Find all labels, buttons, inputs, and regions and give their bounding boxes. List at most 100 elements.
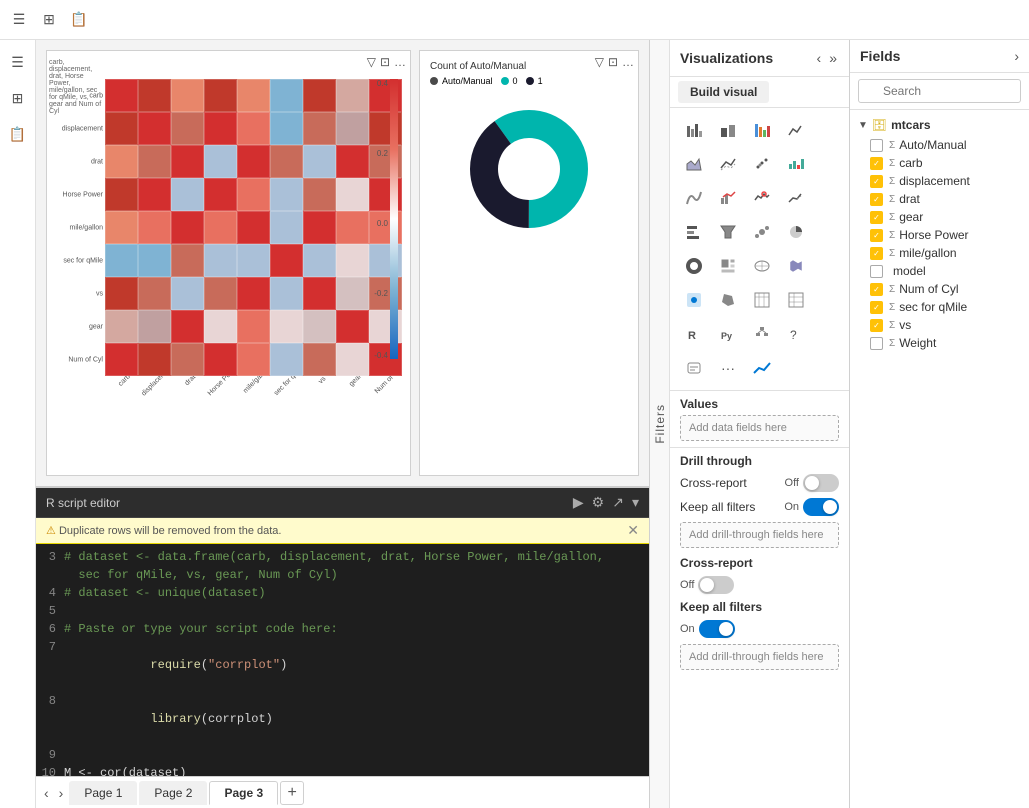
field-item-9[interactable]: Σsec for qMile xyxy=(850,298,1029,316)
field-checkbox-11[interactable] xyxy=(870,337,883,350)
field-item-5[interactable]: ΣHorse Power xyxy=(850,226,1029,244)
cross-report-toggle-2[interactable]: Off xyxy=(680,576,734,594)
viz-icon-bar-horiz[interactable] xyxy=(678,216,710,248)
viz-icon-treemap[interactable] xyxy=(712,250,744,282)
left-icon-2[interactable]: ⊞ xyxy=(4,84,32,112)
r-settings-icon[interactable]: ⚙ xyxy=(592,494,605,511)
viz-icon-py-visual[interactable]: Py xyxy=(712,318,744,350)
viz-icon-shape-map[interactable] xyxy=(712,284,744,316)
viz-icon-narrative[interactable] xyxy=(678,352,710,384)
field-item-4[interactable]: Σgear xyxy=(850,208,1029,226)
viz-icon-funnel[interactable] xyxy=(712,216,744,248)
viz-icon-more[interactable]: ··· xyxy=(712,352,744,384)
keep-filters-track[interactable] xyxy=(803,498,839,516)
viz-icon-pie[interactable] xyxy=(780,216,812,248)
field-checkbox-3[interactable] xyxy=(870,193,883,206)
viz-icon-area[interactable] xyxy=(678,148,710,180)
viz-icon-trend[interactable] xyxy=(746,352,778,384)
expand-icon[interactable]: ⊡ xyxy=(380,55,390,69)
left-icon-3[interactable]: 📋 xyxy=(4,120,32,148)
viz-icon-line-cluster[interactable] xyxy=(712,148,744,180)
keep-filters-on-label: On xyxy=(784,501,799,513)
filter-icon[interactable]: ▽ xyxy=(367,55,376,69)
field-checkbox-8[interactable] xyxy=(870,283,883,296)
field-item-10[interactable]: Σvs xyxy=(850,316,1029,334)
fields-expand-icon[interactable]: › xyxy=(1014,48,1019,64)
field-item-2[interactable]: Σdisplacement xyxy=(850,172,1029,190)
field-item-8[interactable]: ΣNum of Cyl xyxy=(850,280,1029,298)
drill-fields-drop-2[interactable]: Add drill-through fields here xyxy=(680,644,839,670)
drill-fields-drop[interactable]: Add drill-through fields here xyxy=(680,522,839,548)
filters-sidebar[interactable]: Filters xyxy=(650,40,670,808)
tab-build-visual[interactable]: Build visual xyxy=(678,81,769,103)
viz-icon-100-stacked[interactable] xyxy=(746,114,778,146)
donut-more-icon[interactable]: … xyxy=(622,55,634,69)
viz-icon-matrix[interactable] xyxy=(780,284,812,316)
page-nav-next[interactable]: › xyxy=(55,785,68,801)
keep-filters-thumb xyxy=(823,500,837,514)
tab-page-2[interactable]: Page 2 xyxy=(139,781,207,805)
keep-filters-toggle-2[interactable]: On xyxy=(680,620,735,638)
viz-icon-r-visual[interactable]: R xyxy=(678,318,710,350)
keep-filters-toggle[interactable]: On xyxy=(784,498,839,516)
field-item-11[interactable]: ΣWeight xyxy=(850,334,1029,352)
tab-page-3[interactable]: Page 3 xyxy=(209,781,278,805)
field-checkbox-5[interactable] xyxy=(870,229,883,242)
viz-icon-filled-map[interactable] xyxy=(780,250,812,282)
field-checkbox-2[interactable] xyxy=(870,175,883,188)
field-checkbox-9[interactable] xyxy=(870,301,883,314)
viz-icon-qanda[interactable]: ? xyxy=(780,318,812,350)
keep-filters-track-2[interactable] xyxy=(699,620,735,638)
viz-icon-donut[interactable] xyxy=(678,250,710,282)
viz-icon-anomaly[interactable] xyxy=(746,182,778,214)
r-code-area[interactable]: 3 # dataset <- data.frame(carb, displace… xyxy=(36,544,649,776)
donut-filter-icon[interactable]: ▽ xyxy=(595,55,604,69)
field-item-6[interactable]: Σmile/gallon xyxy=(850,244,1029,262)
values-drop-zone[interactable]: Add data fields here xyxy=(680,415,839,441)
viz-icon-map[interactable] xyxy=(746,250,778,282)
legend-dot-2 xyxy=(526,77,534,85)
field-item-0[interactable]: ΣAuto/Manual xyxy=(850,136,1029,154)
cross-report-track-2[interactable] xyxy=(698,576,734,594)
viz-icon-waterfall[interactable] xyxy=(780,148,812,180)
fields-search-input[interactable] xyxy=(858,79,1021,103)
field-item-1[interactable]: Σcarb xyxy=(850,154,1029,172)
toolbar-grid-icon[interactable]: ⊞ xyxy=(38,9,60,31)
r-warning-close[interactable]: ✕ xyxy=(627,522,639,539)
r-expand-icon[interactable]: ↗ xyxy=(612,494,624,511)
field-item-7[interactable]: model xyxy=(850,262,1029,280)
viz-icon-clustered-bar[interactable] xyxy=(712,114,744,146)
viz-icon-forecast[interactable] xyxy=(780,182,812,214)
cross-report-toggle[interactable]: Off xyxy=(785,474,839,492)
viz-icon-table[interactable] xyxy=(746,284,778,316)
viz-icon-ribbon[interactable] xyxy=(678,182,710,214)
field-item-3[interactable]: Σdrat xyxy=(850,190,1029,208)
field-checkbox-4[interactable] xyxy=(870,211,883,224)
viz-back-icon[interactable]: ‹ xyxy=(815,48,824,68)
viz-icon-scatter[interactable] xyxy=(746,148,778,180)
viz-icon-decomp[interactable] xyxy=(746,318,778,350)
tab-page-1[interactable]: Page 1 xyxy=(69,781,137,805)
donut-expand-icon[interactable]: ⊡ xyxy=(608,55,618,69)
viz-icon-combo[interactable] xyxy=(712,182,744,214)
viz-icon-scatter2[interactable] xyxy=(746,216,778,248)
left-icon-1[interactable]: ☰ xyxy=(4,48,32,76)
viz-icon-line[interactable] xyxy=(780,114,812,146)
field-checkbox-10[interactable] xyxy=(870,319,883,332)
page-nav-prev[interactable]: ‹ xyxy=(40,785,53,801)
more-icon[interactable]: … xyxy=(394,55,406,69)
viz-icon-stacked-bar[interactable] xyxy=(678,114,710,146)
r-run-icon[interactable]: ▶ xyxy=(573,494,584,511)
toolbar-doc-icon[interactable]: 📋 xyxy=(68,9,90,31)
field-group-mtcars[interactable]: ▼ 🗄 mtcars xyxy=(850,114,1029,136)
r-collapse-icon[interactable]: ▾ xyxy=(632,494,639,511)
field-checkbox-1[interactable] xyxy=(870,157,883,170)
toolbar-menu-icon[interactable]: ☰ xyxy=(8,9,30,31)
viz-icon-azure-map[interactable] xyxy=(678,284,710,316)
field-checkbox-0[interactable] xyxy=(870,139,883,152)
viz-forward-icon[interactable]: » xyxy=(827,48,839,68)
cross-report-track[interactable] xyxy=(803,474,839,492)
field-checkbox-6[interactable] xyxy=(870,247,883,260)
add-page-button[interactable]: + xyxy=(280,781,304,805)
field-checkbox-7[interactable] xyxy=(870,265,883,278)
